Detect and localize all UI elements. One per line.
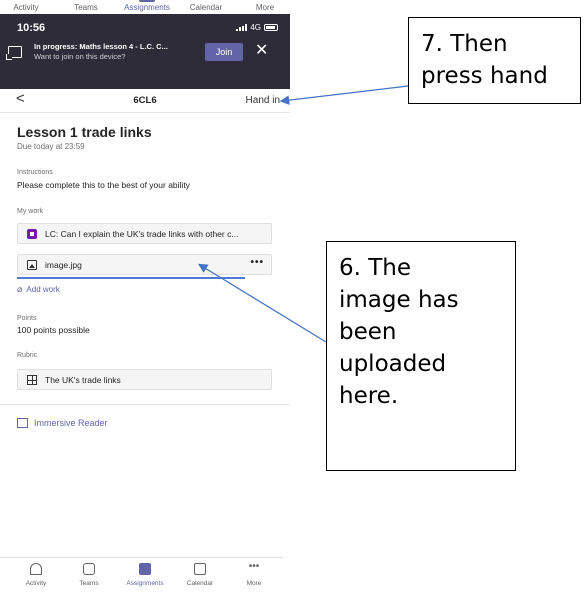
bottom-nav-assignments[interactable]: Assignments — [120, 563, 170, 587]
meeting-banner-title: In progress: Maths lesson 4 - L.C. C... — [34, 42, 168, 51]
table-grid-icon — [27, 375, 37, 385]
arrow-to-hand-in — [279, 85, 409, 105]
paperclip-icon: ⌀ — [17, 284, 23, 294]
close-banner-icon[interactable]: ✕ — [255, 42, 268, 60]
rubric-item[interactable]: The UK's trade links — [17, 369, 272, 390]
more-dots-icon: ••• — [248, 561, 260, 572]
teams-icon — [83, 563, 95, 575]
bottom-nav-activity[interactable]: Activity — [11, 563, 61, 587]
bottom-nav: Activity Teams Assignments Calendar ••• M… — [0, 557, 283, 603]
instructions-text: Please complete this to the best of your… — [17, 180, 190, 190]
divider — [0, 404, 290, 405]
meeting-banner-subtitle: Want to join on this device? — [34, 52, 126, 61]
hand-in-button[interactable]: Hand in — [246, 95, 280, 106]
bottom-nav-more[interactable]: ••• More — [229, 561, 279, 588]
upload-progress-bar — [17, 277, 245, 279]
assignment-title: Lesson 1 trade links — [17, 124, 152, 140]
status-time: 10:56 — [17, 22, 46, 34]
immersive-reader-icon — [17, 418, 28, 428]
bell-icon — [30, 563, 42, 575]
annotation-step-6: 6. The image has been uploaded here. — [326, 241, 516, 471]
assignments-icon — [139, 563, 151, 575]
my-work-label: My work — [17, 208, 44, 215]
status-and-banner: 10:56 4G In progress: Maths lesson 4 - L… — [0, 14, 290, 89]
network-label: 4G — [250, 23, 261, 32]
top-nav: Activity Teams Assignments Calendar More — [0, 0, 290, 13]
work-item-label: LC: Can I explain the UK's trade links w… — [45, 229, 239, 239]
work-item-label: image.jpg — [45, 260, 82, 270]
cast-device-icon — [6, 46, 22, 60]
rubric-item-label: The UK's trade links — [45, 375, 121, 385]
bottom-nav-calendar[interactable]: Calendar — [175, 563, 225, 587]
work-item-image[interactable]: image.jpg ••• — [17, 254, 272, 275]
join-button[interactable]: Join — [205, 43, 243, 61]
more-options-icon[interactable]: ••• — [250, 257, 264, 268]
image-icon — [27, 260, 37, 270]
status-indicators: 4G — [236, 23, 278, 32]
immersive-reader-button[interactable]: Immersive Reader — [17, 418, 108, 428]
assignment-header: 6CL6 < Hand in — [0, 89, 290, 113]
onenote-icon — [27, 229, 37, 239]
points-label: Points — [17, 315, 37, 322]
rubric-label: Rubric — [17, 352, 38, 359]
assignments-icon — [139, 0, 155, 2]
points-text: 100 points possible — [17, 325, 90, 335]
instructions-label: Instructions — [17, 169, 53, 176]
bottom-nav-teams[interactable]: Teams — [64, 563, 114, 587]
back-arrow-icon[interactable]: < — [16, 90, 25, 107]
add-work-button[interactable]: ⌀ Add work — [17, 284, 60, 295]
annotation-step-7: 7. Then press hand — [408, 17, 581, 104]
work-item-onenote[interactable]: LC: Can I explain the UK's trade links w… — [17, 223, 272, 244]
calendar-icon — [194, 563, 206, 575]
battery-icon — [264, 24, 278, 31]
due-date: Due today at 23:59 — [17, 142, 85, 151]
signal-icon — [236, 24, 248, 31]
